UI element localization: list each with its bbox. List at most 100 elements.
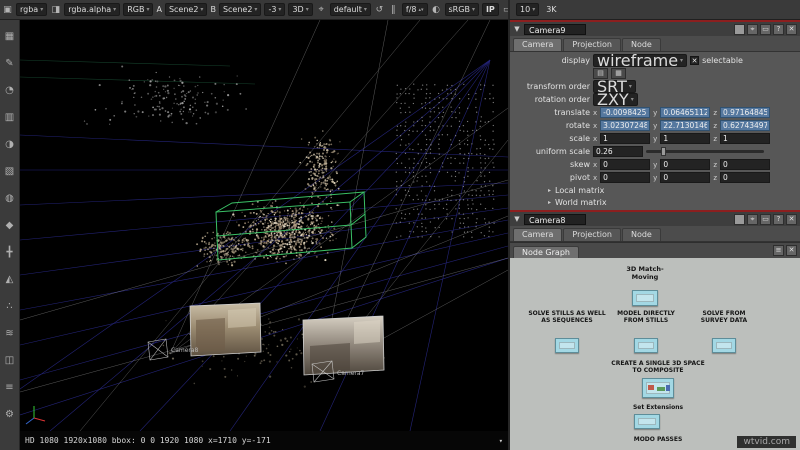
- threed-menu-icon[interactable]: ◭: [0, 266, 20, 293]
- close-panel-icon[interactable]: ✕: [786, 245, 797, 256]
- expand-triangle-icon[interactable]: ▸: [548, 199, 551, 206]
- layers-icon[interactable]: ▣: [2, 5, 13, 15]
- tab-node[interactable]: Node: [622, 228, 661, 241]
- rotation-order-select[interactable]: ZXY▾: [593, 93, 638, 106]
- viewer-status-bar: HD 1080 1920x1080 bbox: 0 0 1920 1080 x=…: [20, 431, 508, 450]
- image-plane-1[interactable]: [190, 303, 261, 356]
- node-graph-canvas[interactable]: 3D Match-Moving SOLVE STILLS AS WELL AS …: [510, 258, 800, 450]
- pause-icon[interactable]: ‖: [388, 5, 399, 15]
- tab-node-graph[interactable]: Node Graph: [513, 246, 579, 258]
- help-icon[interactable]: ?: [773, 214, 784, 225]
- draw-menu-icon[interactable]: ✎: [0, 50, 20, 77]
- close-panel-icon[interactable]: ✕: [786, 24, 797, 35]
- tab-camera[interactable]: Camera: [513, 228, 562, 241]
- camera-lock-icon[interactable]: ⌖: [316, 5, 327, 15]
- input-process-button[interactable]: IP: [482, 3, 499, 16]
- display-label: display: [514, 56, 590, 65]
- translate-y-field[interactable]: [660, 107, 710, 118]
- filter-menu-icon[interactable]: ▧: [0, 158, 20, 185]
- alpha-icon[interactable]: ◨: [50, 5, 61, 15]
- pivot-y-field[interactable]: [660, 172, 710, 183]
- color-menu-icon[interactable]: ◑: [0, 131, 20, 158]
- tab-projection[interactable]: Projection: [563, 228, 621, 241]
- display-select[interactable]: wireframe▾: [593, 54, 687, 67]
- help-icon[interactable]: ?: [773, 24, 784, 35]
- node-match-moving[interactable]: [632, 290, 658, 306]
- tab-projection[interactable]: Projection: [563, 38, 621, 51]
- uniform-scale-slider[interactable]: [646, 150, 764, 153]
- blend-select[interactable]: -3▾: [264, 3, 285, 16]
- b-input-select[interactable]: Scene2▾: [219, 3, 262, 16]
- image-menu-icon[interactable]: ▦: [0, 23, 20, 50]
- keyer-menu-icon[interactable]: ◍: [0, 185, 20, 212]
- slider-handle[interactable]: [661, 147, 666, 156]
- node-color-swatch[interactable]: [734, 24, 745, 35]
- scale-x-field[interactable]: [600, 133, 650, 144]
- transform-menu-icon[interactable]: ╋: [0, 239, 20, 266]
- pivot-z-field[interactable]: [720, 172, 770, 183]
- expand-triangle-icon[interactable]: ▸: [548, 187, 551, 194]
- center-node-icon[interactable]: ⌖: [747, 24, 758, 35]
- camera9-name-field[interactable]: Camera9: [524, 24, 586, 35]
- exposure-icon[interactable]: ◐: [431, 5, 442, 15]
- rotate-z-field[interactable]: [720, 120, 770, 131]
- pivot-x-field[interactable]: [600, 172, 650, 183]
- view-preset-select[interactable]: default▾: [330, 3, 371, 16]
- frame-field[interactable]: 10▾: [516, 3, 539, 16]
- collapse-triangle-icon[interactable]: ▼: [513, 215, 521, 223]
- layer-select[interactable]: rgba.alpha▾: [64, 3, 120, 16]
- skew-x-field[interactable]: [600, 159, 650, 170]
- node-3d-space[interactable]: [642, 378, 674, 398]
- rotate-y-field[interactable]: [660, 120, 710, 131]
- node-color-swatch[interactable]: [734, 214, 745, 225]
- float-panel-icon[interactable]: ▭: [760, 24, 771, 35]
- particles-menu-icon[interactable]: ∴: [0, 293, 20, 320]
- rotate-x-field[interactable]: [600, 120, 650, 131]
- collapse-triangle-icon[interactable]: ▼: [513, 25, 521, 33]
- views-menu-icon[interactable]: ◫: [0, 347, 20, 374]
- colorspace-select[interactable]: sRGB▾: [445, 3, 479, 16]
- refresh-icon[interactable]: ↺: [374, 5, 385, 15]
- backdrop-label: 3D Match-Moving: [617, 266, 673, 282]
- translate-x-field[interactable]: [600, 107, 650, 118]
- display-mode-select[interactable]: RGB▾: [123, 3, 153, 16]
- camera-label-1: Camera8: [171, 347, 199, 354]
- skew-z-field[interactable]: [720, 159, 770, 170]
- local-matrix-row[interactable]: ▸ Local matrix: [514, 184, 796, 196]
- panel-menu-icon[interactable]: ≡: [773, 245, 784, 256]
- skew-y-field[interactable]: [660, 159, 710, 170]
- tab-node[interactable]: Node: [622, 38, 661, 51]
- selectable-checkbox[interactable]: ✕: [690, 56, 699, 65]
- camera8-tabs: Camera Projection Node: [510, 226, 800, 242]
- metadata-menu-icon[interactable]: ≡: [0, 374, 20, 401]
- 3d-viewport[interactable]: Camera8 Camera7: [20, 20, 508, 431]
- deep-menu-icon[interactable]: ≋: [0, 320, 20, 347]
- tab-camera[interactable]: Camera: [513, 38, 562, 51]
- translate-z-field[interactable]: [720, 107, 770, 118]
- node-solve-survey[interactable]: [712, 338, 736, 353]
- backdrop-label: SOLVE STILLS AS WELL AS SEQUENCES: [528, 310, 606, 324]
- node-solve-stills[interactable]: [555, 338, 579, 353]
- gain-spinner[interactable]: ▴▾: [418, 8, 423, 12]
- viewport-canvas[interactable]: Camera8 Camera7: [20, 20, 508, 431]
- other-menu-icon[interactable]: ⚙: [0, 401, 20, 428]
- a-input-select[interactable]: Scene2▾: [165, 3, 208, 16]
- channels-select[interactable]: rgba▾: [16, 3, 47, 16]
- camera9-tabs: Camera Projection Node: [510, 36, 800, 52]
- float-panel-icon[interactable]: ▭: [760, 214, 771, 225]
- node-set-extensions[interactable]: [634, 414, 660, 429]
- merge-menu-icon[interactable]: ◆: [0, 212, 20, 239]
- gain-field[interactable]: f/8▴▾: [402, 3, 428, 16]
- status-menu-caret[interactable]: ▾: [499, 437, 503, 445]
- time-menu-icon[interactable]: ◔: [0, 77, 20, 104]
- close-panel-icon[interactable]: ✕: [786, 214, 797, 225]
- node-model-from-stills[interactable]: [634, 338, 658, 353]
- uniform-scale-field[interactable]: [593, 146, 643, 157]
- center-node-icon[interactable]: ⌖: [747, 214, 758, 225]
- channel-menu-icon[interactable]: ▥: [0, 104, 20, 131]
- scale-z-field[interactable]: [720, 133, 770, 144]
- world-matrix-row[interactable]: ▸ World matrix: [514, 196, 796, 208]
- camera8-name-field[interactable]: Camera8: [524, 214, 586, 225]
- view-mode-select[interactable]: 3D▾: [288, 3, 312, 16]
- scale-y-field[interactable]: [660, 133, 710, 144]
